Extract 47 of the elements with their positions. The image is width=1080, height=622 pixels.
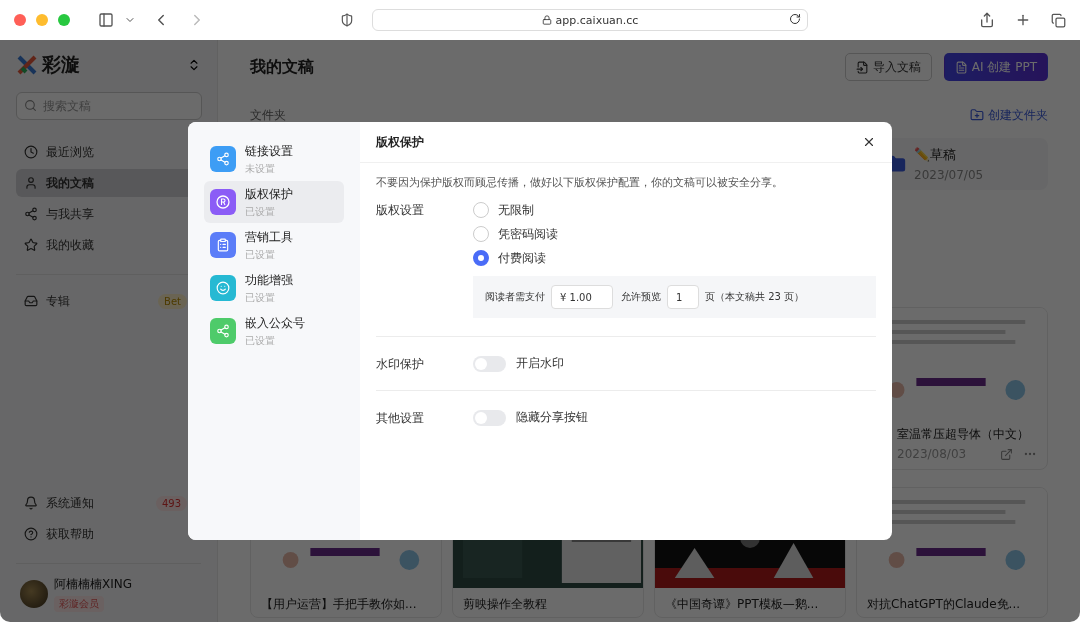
nav-status: 未设置 [245, 161, 276, 176]
item-label: 获取帮助 [46, 525, 94, 543]
field-label: 版权设置 [376, 202, 425, 218]
document-title: 《中国奇谭》PPT模板—鹅... [664, 596, 820, 613]
nav-title: 链接设置 [245, 142, 293, 160]
page-title: 我的文稿 [250, 56, 315, 78]
field-label: 其他设置 [376, 409, 425, 426]
import-button[interactable]: 导入文稿 [844, 53, 932, 81]
toggle-label: 开启水印 [516, 355, 564, 372]
pages-field[interactable]: 1 [667, 285, 699, 309]
nav-title: 营销工具 [245, 228, 293, 246]
document-title: 对抗ChatGPT的Claude免... [866, 596, 1022, 613]
preview-label: 允许预览 [621, 290, 661, 304]
create-folder-link[interactable]: 创建文件夹 [970, 106, 1048, 124]
nav-title: 嵌入公众号 [245, 314, 305, 332]
brand-name: 彩漩 [42, 52, 81, 77]
sidebar-item[interactable]: 获取帮助 [16, 520, 217, 548]
radio-option[interactable]: 凭密码阅读 [473, 226, 876, 242]
field-label: 水印保护 [376, 355, 425, 372]
section-label: 文件夹 [250, 106, 286, 124]
document-title: 【用户运营】手把手教你如... [260, 596, 418, 613]
album-label: 专辑 [46, 292, 70, 310]
radio-option[interactable]: 无限制 [473, 202, 876, 218]
beta-badge: Bet [158, 293, 187, 309]
description: 不要因为保护版权而顾忌传播，做好以下版权保护配置，你的文稿可以被安全分享。 [376, 175, 784, 190]
pay-label: 阅读者需支付 [485, 290, 545, 304]
nav-title: 版权保护 [245, 185, 293, 203]
radio-option[interactable]: 付费阅读 [473, 250, 876, 266]
document-card[interactable]: 对抗ChatGPT的Claude免... [856, 487, 1048, 618]
nav-status: 已设置 [245, 333, 276, 348]
address-bar[interactable]: app.caixuan.cc [372, 9, 808, 31]
document-title: 剪映操作全教程 [462, 596, 548, 613]
pages-note: 页（本文稿共 23 页） [705, 290, 805, 304]
toggle-label: 隐藏分享按钮 [516, 409, 588, 426]
nav-status: 已设置 [245, 247, 276, 262]
folder-name: ✏草稿 [914, 146, 957, 164]
url-text: app.caixuan.cc [555, 13, 639, 27]
dialog-title: 版权保护 [376, 133, 424, 151]
nav-title: 功能增强 [245, 271, 293, 289]
item-label: 系统通知 [46, 494, 94, 512]
nav-status: 已设置 [245, 290, 276, 305]
price-field[interactable]: ¥ 1.00 [551, 285, 613, 309]
user-name: 阿楠楠楠XING [54, 576, 133, 593]
document-title: 室温常压超导体（中文） [896, 426, 1030, 443]
count-badge: 493 [155, 495, 187, 511]
ai-create-button[interactable]: AI 创建 PPT [943, 53, 1048, 81]
sidebar-item[interactable]: 系统通知 493 [16, 489, 217, 517]
